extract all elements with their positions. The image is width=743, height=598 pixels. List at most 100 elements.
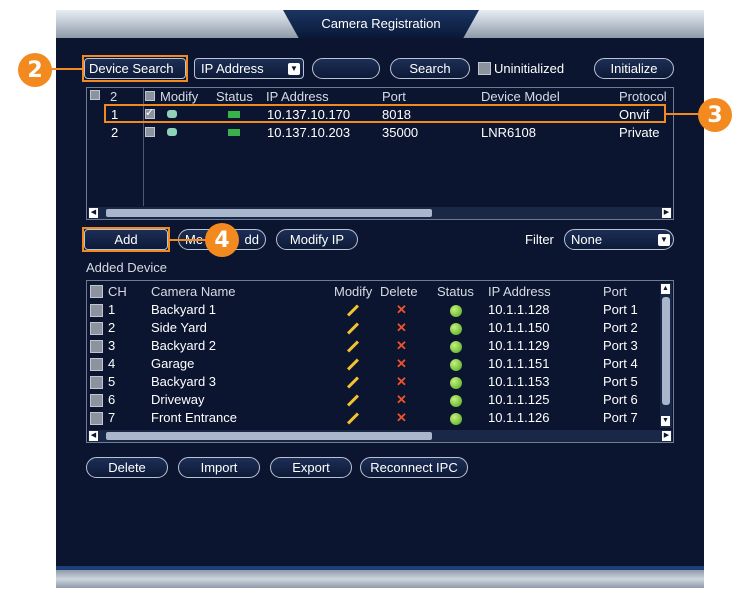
row-checkbox[interactable] xyxy=(90,340,103,353)
col-ch: CH xyxy=(108,284,127,299)
camera-name: Side Yard xyxy=(151,320,207,335)
channel-number: 3 xyxy=(108,338,116,353)
col-modify: Modify xyxy=(334,284,373,299)
device-ip: 10.137.10.203 xyxy=(267,125,351,140)
col-device-model: Device Model xyxy=(481,89,560,104)
col-status: Status xyxy=(216,89,253,104)
delete-x-icon[interactable]: ✕ xyxy=(396,320,407,336)
select-all-checkbox[interactable] xyxy=(90,285,103,298)
row-number: 2 xyxy=(111,125,119,140)
select-all-checkbox[interactable] xyxy=(90,90,100,100)
online-status-icon xyxy=(450,395,462,407)
online-status-icon xyxy=(450,377,462,389)
camera-name: Backyard 3 xyxy=(151,374,217,389)
camera-name: Driveway xyxy=(151,392,205,407)
online-status-icon xyxy=(450,323,462,335)
camera-port: Port 1 xyxy=(603,302,638,317)
scroll-right-arrow-icon[interactable]: ▶ xyxy=(662,208,671,218)
delete-x-icon[interactable]: ✕ xyxy=(396,338,407,354)
delete-x-icon[interactable]: ✕ xyxy=(396,356,407,372)
callout-badge-2: 2 xyxy=(18,53,52,87)
col-delete: Delete xyxy=(380,284,418,299)
delete-x-icon[interactable]: ✕ xyxy=(396,392,407,408)
row-checkbox[interactable] xyxy=(145,127,155,137)
delete-x-icon[interactable]: ✕ xyxy=(396,374,407,390)
dropdown-arrow-icon: ▼ xyxy=(288,63,300,75)
camera-port: Port 6 xyxy=(603,392,638,407)
horizontal-scrollbar[interactable]: ◀ ▶ xyxy=(88,430,672,442)
camera-ip: 10.1.1.126 xyxy=(488,410,550,425)
camera-name: Backyard 2 xyxy=(151,338,217,353)
col-port: Port xyxy=(603,284,627,299)
filter-select[interactable]: None ▼ xyxy=(564,229,674,250)
delete-x-icon[interactable]: ✕ xyxy=(396,302,407,318)
camera-ip: 10.1.1.153 xyxy=(488,374,550,389)
scroll-thumb[interactable] xyxy=(106,209,432,217)
channel-number: 4 xyxy=(108,356,116,371)
scroll-left-arrow-icon[interactable]: ◀ xyxy=(89,431,98,441)
row-checkbox[interactable] xyxy=(90,394,103,407)
online-status-icon xyxy=(450,413,462,425)
delete-button[interactable]: Delete xyxy=(86,457,168,478)
col-ip-address: IP Address xyxy=(488,284,551,299)
scroll-thumb[interactable] xyxy=(662,297,670,405)
ip-address-select[interactable]: IP Address ▼ xyxy=(194,58,304,79)
camera-ip: 10.1.1.129 xyxy=(488,338,550,353)
camera-name: Backyard 1 xyxy=(151,302,217,317)
added-device-title: Added Device xyxy=(86,260,167,275)
callout-badge-4: 4 xyxy=(205,223,239,257)
modify-ip-button[interactable]: Modify IP xyxy=(276,229,358,250)
delete-x-icon[interactable]: ✕ xyxy=(396,410,407,426)
channel-number: 1 xyxy=(108,302,116,317)
scroll-thumb[interactable] xyxy=(106,432,432,440)
row-checkbox[interactable] xyxy=(90,412,103,425)
network-status-icon xyxy=(228,129,240,136)
initialize-button[interactable]: Initialize xyxy=(594,58,674,79)
row-checkbox[interactable] xyxy=(90,322,103,335)
scroll-right-arrow-icon[interactable]: ▶ xyxy=(662,431,671,441)
scroll-left-arrow-icon[interactable]: ◀ xyxy=(89,208,98,218)
col-status: Status xyxy=(437,284,474,299)
camera-port: Port 4 xyxy=(603,356,638,371)
online-status-icon xyxy=(450,305,462,317)
callout-line-4 xyxy=(170,239,206,241)
filter-label: Filter xyxy=(525,232,554,247)
result-count: 2 xyxy=(110,89,118,104)
scroll-down-arrow-icon[interactable]: ▼ xyxy=(661,416,670,426)
col-port: Port xyxy=(382,89,406,104)
vertical-scrollbar[interactable]: ▲ ▼ xyxy=(660,283,672,428)
device-model: LNR6108 xyxy=(481,125,536,140)
camera-name: Garage xyxy=(151,356,195,371)
add-highlight xyxy=(82,227,170,252)
col-protocol: Protocol xyxy=(619,89,667,104)
device-search-highlight xyxy=(82,55,188,82)
online-status-icon xyxy=(450,341,462,353)
camera-port: Port 3 xyxy=(603,338,638,353)
import-button[interactable]: Import xyxy=(178,457,260,478)
camera-port: Port 7 xyxy=(603,410,638,425)
dropdown-arrow-icon: ▼ xyxy=(658,234,670,246)
export-button[interactable]: Export xyxy=(270,457,352,478)
reconnect-ipc-button[interactable]: Reconnect IPC xyxy=(360,457,468,478)
online-status-icon xyxy=(450,359,462,371)
search-button[interactable]: Search xyxy=(390,58,470,79)
search-row-highlight xyxy=(104,104,666,123)
scroll-up-arrow-icon[interactable]: ▲ xyxy=(661,284,670,294)
header-checkbox[interactable] xyxy=(145,91,155,101)
channel-number: 2 xyxy=(108,320,116,335)
ip-filter-input[interactable] xyxy=(312,58,380,79)
col-modify: Modify xyxy=(160,89,199,104)
row-checkbox[interactable] xyxy=(90,376,103,389)
row-checkbox[interactable] xyxy=(90,358,103,371)
modify-icon[interactable] xyxy=(167,128,177,136)
horizontal-scrollbar[interactable]: ◀ ▶ xyxy=(88,207,672,219)
camera-ip: 10.1.1.150 xyxy=(488,320,550,335)
camera-port: Port 2 xyxy=(603,320,638,335)
uninitialized-checkbox[interactable] xyxy=(478,62,491,75)
channel-number: 7 xyxy=(108,410,116,425)
callout-badge-3: 3 xyxy=(698,98,732,132)
col-ip-address: IP Address xyxy=(266,89,329,104)
row-checkbox[interactable] xyxy=(90,304,103,317)
camera-ip: 10.1.1.128 xyxy=(488,302,550,317)
bottom-bar xyxy=(56,570,704,588)
